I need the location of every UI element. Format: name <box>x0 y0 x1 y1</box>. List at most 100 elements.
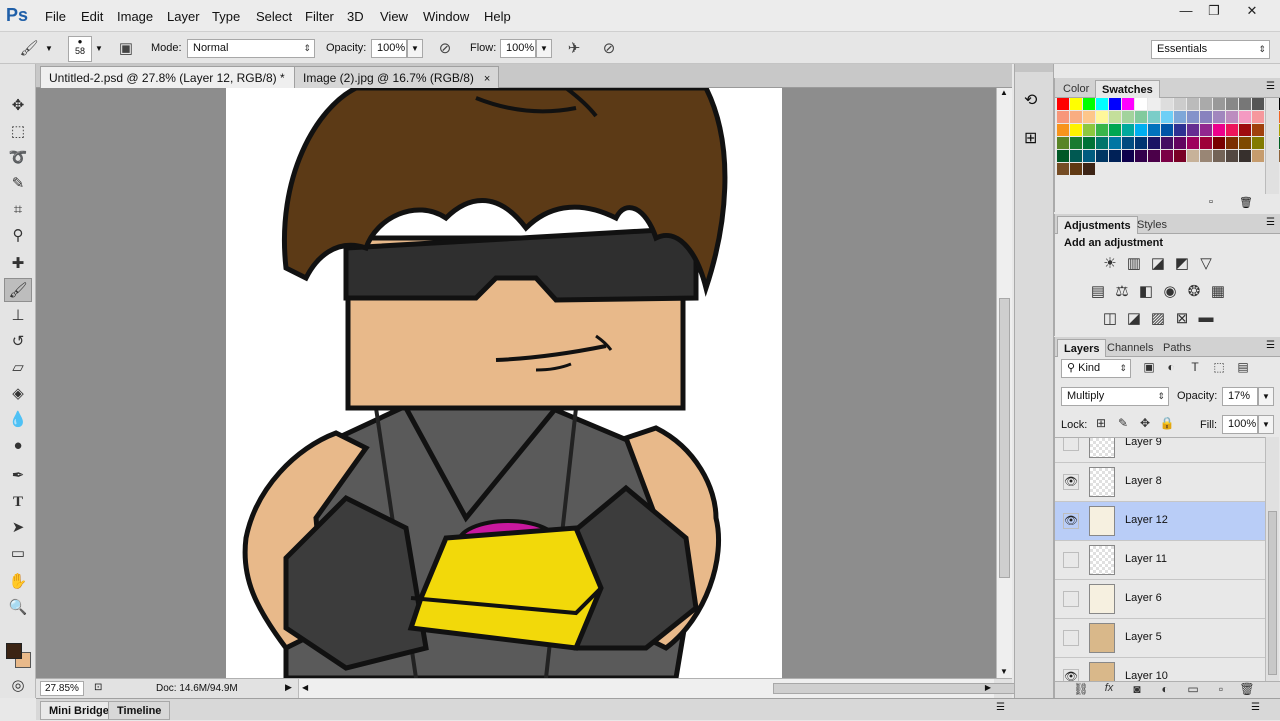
history-brush-tool-icon[interactable]: ↺ <box>4 330 32 354</box>
color-swatch[interactable] <box>1252 124 1264 136</box>
scroll-down-icon[interactable]: ▼ <box>1000 667 1008 676</box>
color-swatch[interactable] <box>1161 111 1173 123</box>
layer-opacity-dropdown[interactable]: ▼ <box>1258 387 1274 406</box>
color-swatch[interactable] <box>1187 124 1199 136</box>
tab-mini-bridge[interactable]: Mini Bridge <box>40 701 118 720</box>
pressure-opacity-icon[interactable]: ⊘ <box>434 38 456 60</box>
color-swatch[interactable] <box>1239 137 1251 149</box>
color-swatch[interactable] <box>1226 150 1238 162</box>
layer-row-layer-6[interactable]: Layer 6 <box>1055 580 1265 619</box>
color-swatch[interactable] <box>1239 124 1251 136</box>
fill-dropdown[interactable]: ▼ <box>1258 415 1274 434</box>
layer-row-layer-12[interactable]: 👁 Layer 12 <box>1055 502 1265 541</box>
color-swatch[interactable] <box>1148 98 1160 110</box>
color-swatch[interactable] <box>1213 98 1225 110</box>
color-swatch[interactable] <box>1122 150 1134 162</box>
color-swatch[interactable] <box>1174 137 1186 149</box>
lock-position-icon[interactable]: ✥ <box>1135 416 1155 430</box>
color-swatch[interactable] <box>1213 137 1225 149</box>
flow-input[interactable]: 100% <box>500 39 536 58</box>
color-swatch[interactable] <box>1174 98 1186 110</box>
menu-window[interactable]: Window <box>423 9 469 24</box>
foreground-color-swatch[interactable] <box>6 643 22 659</box>
properties-panel-icon[interactable]: ⊞ <box>1024 128 1037 148</box>
color-swatch[interactable] <box>1239 98 1251 110</box>
color-swatch[interactable] <box>1226 98 1238 110</box>
layers-scroll-thumb[interactable] <box>1268 511 1277 675</box>
color-swatch[interactable] <box>1057 124 1069 136</box>
new-group-icon[interactable]: ▭ <box>1183 682 1203 696</box>
color-swatch[interactable] <box>1109 150 1121 162</box>
layer-filter-select[interactable]: ⚲ Kind ⇕ <box>1061 359 1131 378</box>
horizontal-scrollbar[interactable]: ◀ ▶ <box>298 679 1051 698</box>
marquee-tool-icon[interactable]: ⬚ <box>4 120 32 144</box>
gradient-map-icon[interactable]: ▬ <box>1196 309 1216 326</box>
color-swatch[interactable] <box>1148 124 1160 136</box>
color-swatch[interactable] <box>1135 150 1147 162</box>
color-swatch[interactable] <box>1239 111 1251 123</box>
menu-layer[interactable]: Layer <box>167 9 200 24</box>
color-swatch[interactable] <box>1109 111 1121 123</box>
panel-menu-icon[interactable]: ☰ <box>1266 217 1275 228</box>
vibrance-icon[interactable]: ▽ <box>1196 254 1216 272</box>
filter-type-icon[interactable]: T <box>1185 360 1205 374</box>
layer-row-layer-11[interactable]: Layer 11 <box>1055 541 1265 580</box>
workspace-select[interactable]: Essentials ⇕ <box>1151 40 1270 59</box>
tab-layers[interactable]: Layers <box>1057 339 1107 357</box>
color-swatch[interactable] <box>1252 137 1264 149</box>
scroll-right-icon[interactable]: ▶ <box>985 683 991 692</box>
swatch-grid[interactable] <box>1057 98 1280 175</box>
menu-edit[interactable]: Edit <box>81 9 103 24</box>
opacity-dropdown[interactable]: ▼ <box>407 39 423 58</box>
menu-filter[interactable]: Filter <box>305 9 334 24</box>
new-adjustment-layer-icon[interactable]: ◐ <box>1155 682 1175 696</box>
filter-shape-icon[interactable]: ⬚ <box>1209 360 1229 374</box>
tab-channels[interactable]: Channels <box>1101 339 1159 357</box>
color-swatch[interactable] <box>1187 137 1199 149</box>
color-swatch[interactable] <box>1252 150 1264 162</box>
vertical-scrollbar[interactable]: ▲ ▼ <box>996 88 1012 678</box>
tab-adjustments[interactable]: Adjustments <box>1057 216 1138 234</box>
minimize-button[interactable]: — <box>1172 3 1200 19</box>
color-swatch[interactable] <box>1083 137 1095 149</box>
color-swatch[interactable] <box>1083 150 1095 162</box>
color-swatch[interactable] <box>1226 137 1238 149</box>
menu-help[interactable]: Help <box>484 9 511 24</box>
visibility-toggle[interactable] <box>1063 552 1079 568</box>
clone-stamp-tool-icon[interactable]: ⊥ <box>4 304 32 328</box>
color-swatch[interactable] <box>1083 111 1095 123</box>
scroll-left-icon[interactable]: ◀ <box>302 683 308 692</box>
color-swatch[interactable] <box>1057 98 1069 110</box>
pen-tool-icon[interactable]: ✒ <box>4 464 32 488</box>
status-arrow-icon[interactable]: ▶ <box>285 682 292 693</box>
fx-icon[interactable]: fx <box>1099 682 1119 694</box>
brush-panel-toggle-icon[interactable]: ▣ <box>115 38 137 60</box>
scroll-up-icon[interactable]: ▲ <box>1000 88 1008 97</box>
tab-styles[interactable]: Styles <box>1131 216 1173 234</box>
brush-tool-icon[interactable]: 🖌 <box>4 278 32 302</box>
color-swatch[interactable] <box>1252 111 1264 123</box>
canvas-area[interactable] <box>36 88 996 678</box>
color-swatch[interactable] <box>1161 98 1173 110</box>
color-swatch[interactable] <box>1109 137 1121 149</box>
color-swatch[interactable] <box>1096 111 1108 123</box>
color-swatch[interactable] <box>1070 163 1082 175</box>
menu-type[interactable]: Type <box>212 9 240 24</box>
color-swatch[interactable] <box>1070 137 1082 149</box>
blend-mode-select[interactable]: Multiply ⇕ <box>1061 387 1169 406</box>
channel-mixer-icon[interactable]: ❂ <box>1184 282 1204 300</box>
color-swatch[interactable] <box>1083 98 1095 110</box>
tab-image-2[interactable]: Image (2).jpg @ 16.7% (RGB/8) × <box>294 66 500 88</box>
flow-dropdown[interactable]: ▼ <box>536 39 552 58</box>
color-swatch[interactable] <box>1070 150 1082 162</box>
eyedropper-tool-icon[interactable]: ⚲ <box>4 224 32 248</box>
color-swatch[interactable] <box>1070 111 1082 123</box>
vertical-scroll-thumb[interactable] <box>999 298 1010 578</box>
color-swatch[interactable] <box>1200 124 1212 136</box>
trash-icon[interactable]: 🗑 <box>1239 196 1253 209</box>
color-swatch[interactable] <box>1109 124 1121 136</box>
maximize-button[interactable]: ❐ <box>1200 3 1228 19</box>
posterize-icon[interactable]: ◪ <box>1124 309 1144 327</box>
tab-timeline[interactable]: Timeline <box>108 701 171 720</box>
rectangle-tool-icon[interactable]: ▭ <box>4 542 32 566</box>
